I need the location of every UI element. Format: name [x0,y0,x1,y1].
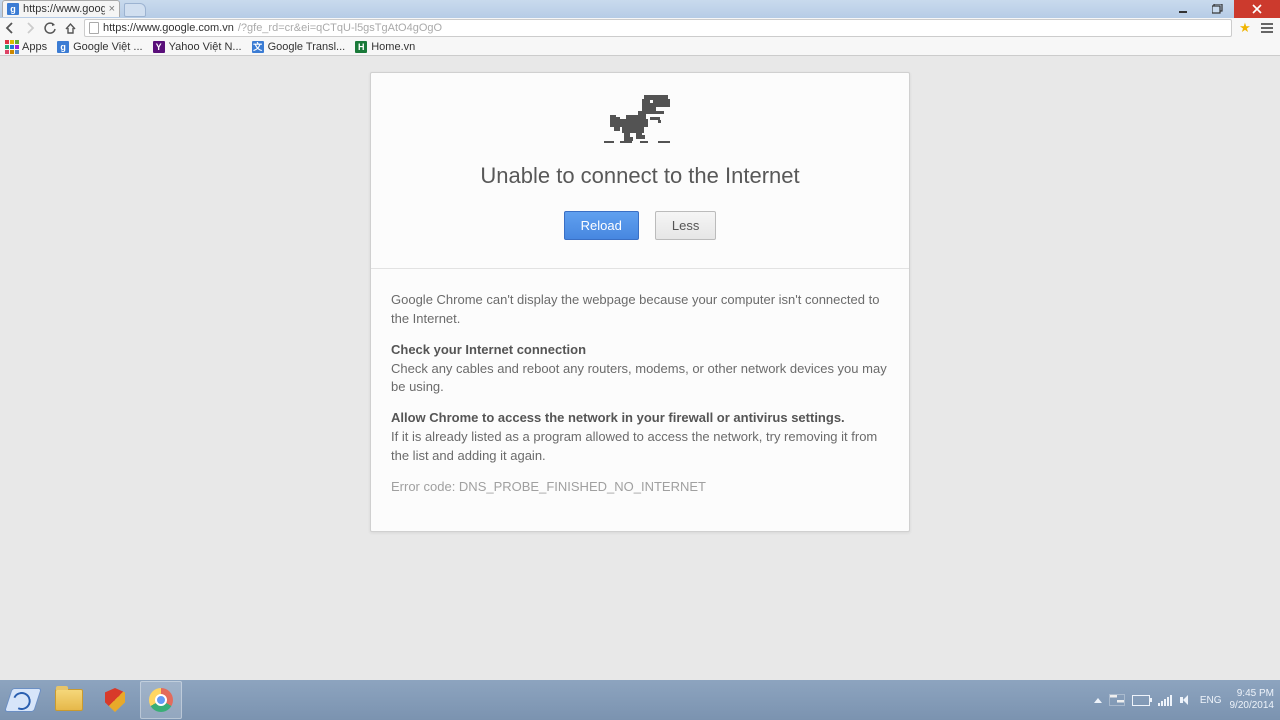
forward-button[interactable] [20,18,40,38]
less-button[interactable]: Less [655,211,716,240]
shield-icon [105,688,125,712]
arrow-left-icon [4,22,16,34]
error-code: Error code: DNS_PROBE_FINISHED_NO_INTERN… [391,478,889,497]
url-host: https://www.google.com.vn [103,22,234,34]
folder-icon [55,689,83,711]
bookmark-label: Google Transl... [268,41,346,53]
volume-icon[interactable] [1180,694,1192,706]
bookmark-label: Apps [22,41,47,53]
suggestion-2: Allow Chrome to access the network in yo… [391,409,889,466]
back-button[interactable] [0,18,20,38]
url-path: /?gfe_rd=cr&ei=qCTqU-l5gsTgAtO4gOgO [238,22,442,34]
yahoo-favicon: Y [153,41,165,53]
battery-icon[interactable] [1132,695,1150,706]
taskbar-ie[interactable] [0,680,46,720]
home-icon [64,22,77,35]
clock-date: 9/20/2014 [1230,700,1275,712]
reload-button[interactable] [40,18,60,38]
browser-tab[interactable]: g https://www.goog × [2,0,120,17]
tab-close-icon[interactable]: × [109,4,115,15]
error-headline: Unable to connect to the Internet [391,163,889,189]
address-bar[interactable]: https://www.google.com.vn /?gfe_rd=cr&ei=… [84,19,1232,37]
dino-icon [604,95,676,145]
page-icon [89,22,99,34]
chrome-icon [149,688,173,712]
minimize-icon [1178,4,1188,14]
arrow-right-icon [24,22,36,34]
window-close-button[interactable] [1234,0,1280,18]
system-tray: ENG 9:45 PM 9/20/2014 [1094,680,1280,720]
taskbar-clock[interactable]: 9:45 PM 9/20/2014 [1230,688,1275,712]
homevn-favicon: H [355,41,367,53]
star-icon: ★ [1239,20,1251,35]
navigation-bar: https://www.google.com.vn /?gfe_rd=cr&ei=… [0,18,1280,39]
bookmark-label: Google Việt ... [73,41,143,53]
tab-title: https://www.goog [23,3,105,15]
bookmark-label: Yahoo Việt N... [169,41,242,53]
page-viewport: Unable to connect to the Internet Reload… [0,56,1280,680]
bookmark-yahoo[interactable]: Y Yahoo Việt N... [153,41,242,53]
chrome-menu-button[interactable] [1258,18,1276,38]
window-minimize-button[interactable] [1166,0,1200,18]
tray-overflow-button[interactable] [1094,698,1102,703]
bookmarks-bar: Apps g Google Việt ... Y Yahoo Việt N...… [0,38,1280,56]
taskbar-security[interactable] [92,680,138,720]
title-bar: g https://www.goog × [0,0,1280,19]
new-tab-button[interactable] [124,3,146,17]
tab-favicon-google: g [7,3,19,15]
error-card: Unable to connect to the Internet Reload… [370,72,910,532]
taskbar-chrome[interactable] [138,680,184,720]
close-icon [1252,4,1262,14]
taskbar-explorer[interactable] [46,680,92,720]
gtranslate-favicon: 文 [252,41,264,53]
hamburger-icon [1261,23,1273,25]
ie-icon [4,688,42,712]
taskbar: ENG 9:45 PM 9/20/2014 [0,680,1280,720]
reload-button-main[interactable]: Reload [564,211,639,240]
bookmark-homevn[interactable]: H Home.vn [355,41,415,53]
google-favicon: g [57,41,69,53]
error-message-main: Google Chrome can't display the webpage … [391,291,889,329]
bookmark-apps[interactable]: Apps [6,41,47,53]
window-maximize-button[interactable] [1200,0,1234,18]
bookmark-gtranslate[interactable]: 文 Google Transl... [252,41,346,53]
network-signal-icon[interactable] [1158,694,1172,706]
language-indicator[interactable]: ENG [1200,695,1222,706]
bookmark-google-viet[interactable]: g Google Việt ... [57,41,143,53]
bookmark-label: Home.vn [371,41,415,53]
apps-grid-icon [6,41,18,53]
suggestion-1: Check your Internet connectionCheck any … [391,341,889,398]
home-button[interactable] [60,18,80,38]
bookmark-star-button[interactable]: ★ [1236,20,1254,36]
action-center-icon[interactable] [1110,695,1124,705]
clock-time: 9:45 PM [1230,688,1275,700]
maximize-icon [1212,4,1223,14]
reload-icon [44,22,57,35]
